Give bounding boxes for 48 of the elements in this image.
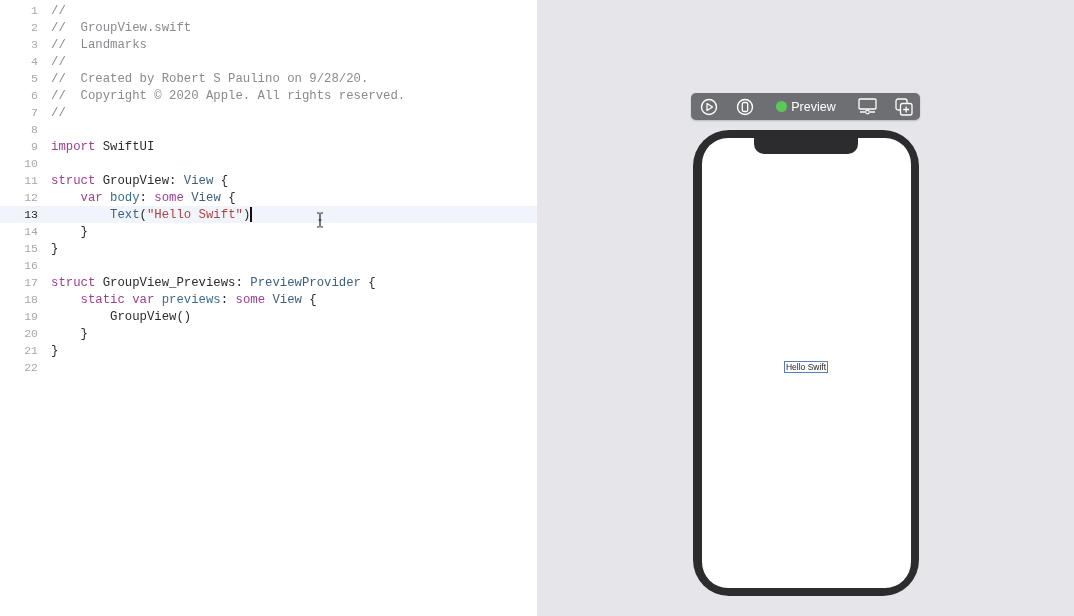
line-number: 5 [30,72,38,85]
line-number: 11 [23,174,38,187]
device-icon[interactable] [736,97,755,116]
line-number: 19 [23,310,38,323]
code-line: } [51,343,59,358]
line-number: 8 [30,123,38,136]
line-number: 15 [23,242,38,255]
code-line: } [79,224,88,239]
line-number: 13 [23,208,38,221]
code-line: // [51,3,66,18]
line-number: 22 [23,361,38,374]
line-number: 6 [30,89,38,102]
code-line: } [51,241,59,256]
line-number: 2 [30,21,38,34]
line-number: 16 [23,259,38,272]
line-number: 3 [30,38,38,51]
line-number: 18 [23,293,38,306]
play-icon[interactable] [700,97,719,116]
text-caret [250,207,252,222]
code-line: struct GroupView: View { [51,173,229,188]
line-number: 14 [23,225,38,238]
code-line: static var previews: some View { [79,292,317,307]
line-number: 20 [23,327,38,340]
line-number: 9 [30,140,38,153]
code-line: import SwiftUI [51,139,155,154]
preview-text[interactable]: Hello Swift [783,361,829,373]
code-line: } [79,326,88,341]
code-line: // GroupView.swift [51,20,192,35]
monitor-icon[interactable] [857,98,877,115]
line-number: 4 [30,55,38,68]
line-number: 17 [23,276,38,289]
code-line: struct GroupView_Previews: PreviewProvider { [51,275,376,290]
line-number: 10 [23,157,38,170]
line-number: 1 [30,4,38,17]
line-number: 21 [23,344,38,357]
code-line: // Landmarks [51,37,147,52]
text-cursor-icon [316,212,324,228]
code-line: GroupView() [109,309,192,324]
preview-status[interactable]: Preview [776,99,836,114]
code-line: // Created by Robert S Paulino on 9/28/20. [51,71,369,86]
code-line: // [51,105,66,120]
code-line: // [51,54,66,69]
line-number: 7 [30,106,38,119]
code-line: Text("Hello Swift") [109,207,251,222]
code-line: var body: some View { [79,190,236,205]
duplicate-icon[interactable] [894,97,913,116]
code-line: // Copyright © 2020 Apple. All rights reserved. [51,88,406,103]
line-number: 12 [23,191,38,204]
